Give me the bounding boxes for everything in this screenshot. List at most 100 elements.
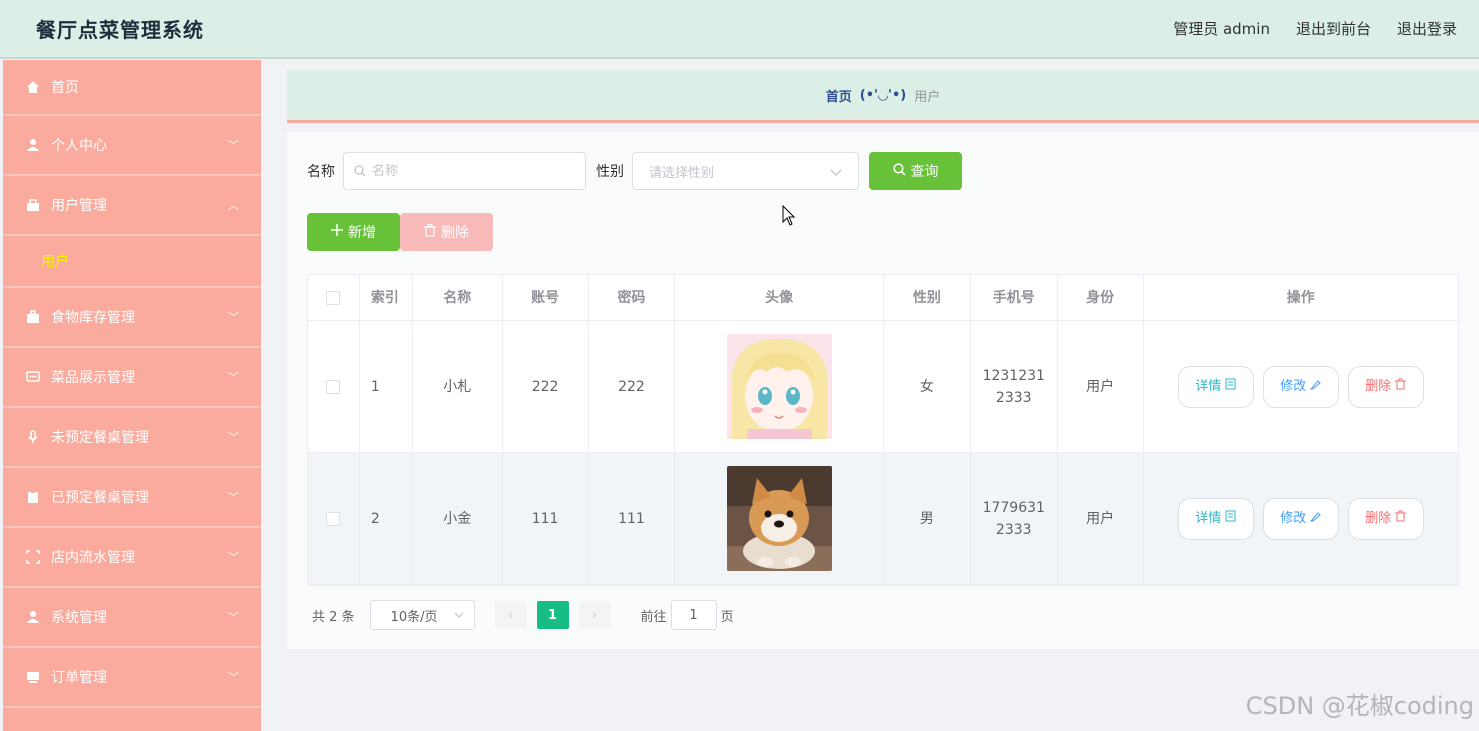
row-select-cell — [308, 453, 360, 584]
pencil-icon — [1310, 508, 1321, 530]
frame-icon — [25, 549, 41, 565]
goto-page-input[interactable] — [670, 600, 717, 630]
trash-icon — [1395, 508, 1407, 530]
search-icon — [354, 162, 366, 181]
chevron-down-icon — [454, 608, 464, 623]
chevron-down-icon: ﹀ — [228, 139, 239, 152]
content-panel: 名称 性别 请选择性别 查询 — [287, 132, 1479, 649]
watermark: CSDN @花椒coding — [1245, 692, 1474, 720]
chevron-down-icon: ﹀ — [228, 311, 239, 324]
row-checkbox[interactable] — [326, 379, 341, 394]
row-name: 小金 — [413, 453, 503, 584]
prev-page-button[interactable]: ‹ — [494, 601, 527, 629]
trash-icon — [424, 223, 436, 241]
gender-label: 性别 — [596, 164, 624, 180]
chevron-down-icon: ﹀ — [228, 371, 239, 384]
sidebar-item-system[interactable]: 系统管理 ﹀ — [3, 588, 261, 648]
user-icon — [25, 609, 41, 625]
edit-button-label: 修改 — [1280, 510, 1307, 526]
sidebar-item-label: 订单管理 — [51, 670, 107, 686]
sidebar-subitem-label: 用户 — [41, 254, 69, 270]
breadcrumb-home[interactable]: 首页 — [826, 86, 852, 105]
sidebar-item-label: 系统管理 — [51, 610, 107, 626]
page-number-button[interactable]: 1 — [536, 601, 569, 629]
detail-button[interactable]: 详情 — [1177, 365, 1254, 408]
batch-delete-button[interactable]: 删除 — [400, 213, 493, 251]
detail-button-label: 详情 — [1195, 510, 1222, 526]
edit-button[interactable]: 修改 — [1262, 365, 1339, 408]
row-phone-line2: 2333 — [995, 389, 1032, 406]
column-header: 账号 — [503, 275, 589, 320]
chevron-down-icon: ﹀ — [228, 551, 239, 564]
microphone-icon — [25, 429, 41, 445]
query-button-label: 查询 — [910, 164, 939, 180]
sidebar-item-label: 未预定餐桌管理 — [51, 430, 149, 446]
select-all-cell — [308, 275, 360, 320]
row-gender: 女 — [884, 321, 971, 452]
name-search-input[interactable] — [372, 163, 585, 179]
row-account: 111 — [503, 453, 589, 584]
next-page-button[interactable]: › — [578, 601, 611, 629]
detail-button[interactable]: 详情 — [1177, 497, 1254, 540]
sidebar-item-label: 店内流水管理 — [51, 550, 135, 566]
edit-button[interactable]: 修改 — [1262, 497, 1339, 540]
goto-label: 前往 — [640, 609, 667, 625]
sidebar-item-food-stock[interactable]: 食物库存管理 ﹀ — [3, 288, 261, 348]
delete-button[interactable]: 删除 — [1347, 497, 1424, 540]
add-button[interactable]: 新增 — [307, 213, 400, 251]
sidebar-item-unreserved-tables[interactable]: 未预定餐桌管理 ﹀ — [3, 408, 261, 468]
select-all-checkbox[interactable] — [326, 290, 341, 305]
search-icon — [892, 162, 906, 180]
column-header: 密码 — [589, 275, 676, 320]
sidebar-item-reserved-tables[interactable]: 已预定餐桌管理 ﹀ — [3, 468, 261, 528]
batch-delete-label: 删除 — [441, 225, 469, 241]
edit-button-label: 修改 — [1280, 378, 1307, 394]
search-bar: 名称 性别 请选择性别 查询 — [307, 152, 962, 190]
column-header: 索引 — [360, 275, 413, 320]
detail-button-label: 详情 — [1195, 378, 1222, 394]
app-title: 餐厅点菜管理系统 — [36, 18, 204, 42]
chat-icon — [25, 369, 41, 385]
sidebar-item-label: 食物库存管理 — [51, 310, 135, 326]
gender-select[interactable]: 请选择性别 — [632, 152, 859, 190]
plus-icon — [331, 224, 343, 240]
user-icon — [25, 137, 41, 153]
pencil-icon — [1310, 376, 1321, 398]
row-avatar-cell — [675, 453, 884, 584]
exit-to-front-link[interactable]: 退出到前台 — [1296, 18, 1371, 39]
document-icon — [1225, 376, 1236, 398]
breadcrumb: 首页 (•'◡'•) 用户 — [287, 70, 1479, 123]
sidebar-item-orders[interactable]: 订单管理 ﹀ — [3, 648, 261, 708]
row-avatar-cell — [675, 321, 884, 452]
mouse-cursor-icon — [782, 204, 796, 231]
chevron-down-icon — [830, 162, 842, 181]
anime-girl-avatar — [726, 334, 832, 439]
chevron-left-icon: ‹ — [508, 608, 513, 622]
sidebar-item-dish-display[interactable]: 菜品展示管理 ﹀ — [3, 348, 261, 408]
chevron-right-icon: › — [592, 608, 597, 622]
logout-link[interactable]: 退出登录 — [1397, 18, 1457, 39]
sidebar-item-profile[interactable]: 个人中心 ﹀ — [3, 116, 261, 176]
row-checkbox[interactable] — [326, 511, 341, 526]
goto-suffix: 页 — [720, 609, 734, 625]
column-header: 身份 — [1058, 275, 1144, 320]
sidebar-subitem-user[interactable]: 用户 — [3, 236, 261, 288]
users-table: 索引 名称 账号 密码 头像 性别 手机号 身份 操作 1 小札 222 222 — [307, 274, 1459, 586]
action-buttons: 新增 删除 — [307, 213, 493, 251]
sidebar-item-user-management[interactable]: 用户管理 ︿ — [3, 176, 261, 236]
delete-button[interactable]: 删除 — [1347, 365, 1424, 408]
breadcrumb-separator: (•'◡'•) — [859, 87, 907, 103]
page-size-select[interactable]: 10条/页 — [369, 600, 475, 630]
query-button[interactable]: 查询 — [869, 152, 962, 190]
delete-button-label: 删除 — [1365, 378, 1392, 394]
name-search-field[interactable] — [343, 152, 586, 190]
row-index: 2 — [360, 453, 413, 584]
sidebar-item-home[interactable]: 首页 — [3, 60, 261, 116]
home-icon — [25, 79, 41, 95]
sidebar-item-store-flow[interactable]: 店内流水管理 ﹀ — [3, 528, 261, 588]
row-phone-line1: 1231231 — [982, 367, 1045, 384]
monitor-icon — [25, 669, 41, 685]
row-phone: 1231231 2333 — [971, 321, 1058, 452]
row-gender: 男 — [884, 453, 971, 584]
column-header: 名称 — [413, 275, 503, 320]
